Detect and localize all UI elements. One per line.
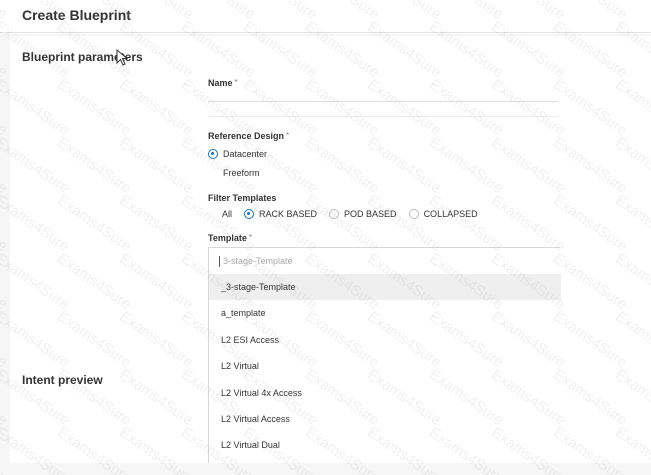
- filter-templates-label: Filter Templates: [208, 193, 277, 203]
- mouse-pointer-icon: [116, 49, 129, 66]
- filter-templates-group: All RACK BASED POD BASED COLLAPSED: [222, 209, 490, 219]
- radio-checked-icon: [208, 149, 218, 159]
- filter-all[interactable]: All: [222, 209, 232, 219]
- filter-rack-based[interactable]: RACK BASED: [244, 209, 317, 219]
- template-option[interactable]: L2 Virtual Access: [209, 406, 561, 432]
- divider: [208, 116, 558, 117]
- name-field-label: Name *: [208, 78, 238, 88]
- template-option[interactable]: a_template: [209, 300, 561, 326]
- radio-freeform[interactable]: Freeform: [208, 168, 260, 178]
- radio-label: Freeform: [223, 168, 260, 178]
- section-title-intent-preview: Intent preview: [22, 373, 103, 387]
- template-search-input[interactable]: 3-stage-Template: [209, 248, 561, 274]
- filter-label: RACK BASED: [259, 209, 318, 219]
- page-title: Create Blueprint: [22, 7, 131, 23]
- radio-label: Datacenter: [223, 149, 268, 159]
- filter-pod-based[interactable]: POD BASED: [329, 209, 397, 219]
- text-caret: [219, 255, 220, 267]
- filter-label: COLLAPSED: [423, 209, 478, 219]
- template-search-placeholder: 3-stage-Template: [223, 256, 293, 266]
- radio-datacenter[interactable]: Datacenter: [208, 149, 267, 159]
- template-option[interactable]: L2 ESI Access: [209, 327, 561, 353]
- reference-design-label: Reference Design *: [208, 131, 290, 141]
- filter-label: All: [222, 209, 233, 219]
- radio-unchecked-icon: [329, 209, 340, 219]
- template-option[interactable]: L2 Virtual 4x Access: [209, 380, 561, 406]
- radio-unchecked-icon: [408, 209, 419, 219]
- template-option[interactable]: L2 Virtual: [209, 353, 561, 379]
- template-option[interactable]: L2 Virtual Dual: [209, 432, 561, 458]
- filter-label: POD BASED: [344, 209, 397, 219]
- template-option[interactable]: _3-stage-Template: [209, 274, 561, 300]
- filter-collapsed[interactable]: COLLAPSED: [408, 209, 478, 219]
- template-label: Template *: [208, 233, 252, 243]
- radio-checked-icon: [244, 209, 255, 219]
- radio-unchecked-icon: [208, 168, 218, 178]
- template-dropdown: 3-stage-Template _3-stage-Template a_tem…: [208, 247, 561, 463]
- name-input[interactable]: [208, 88, 558, 102]
